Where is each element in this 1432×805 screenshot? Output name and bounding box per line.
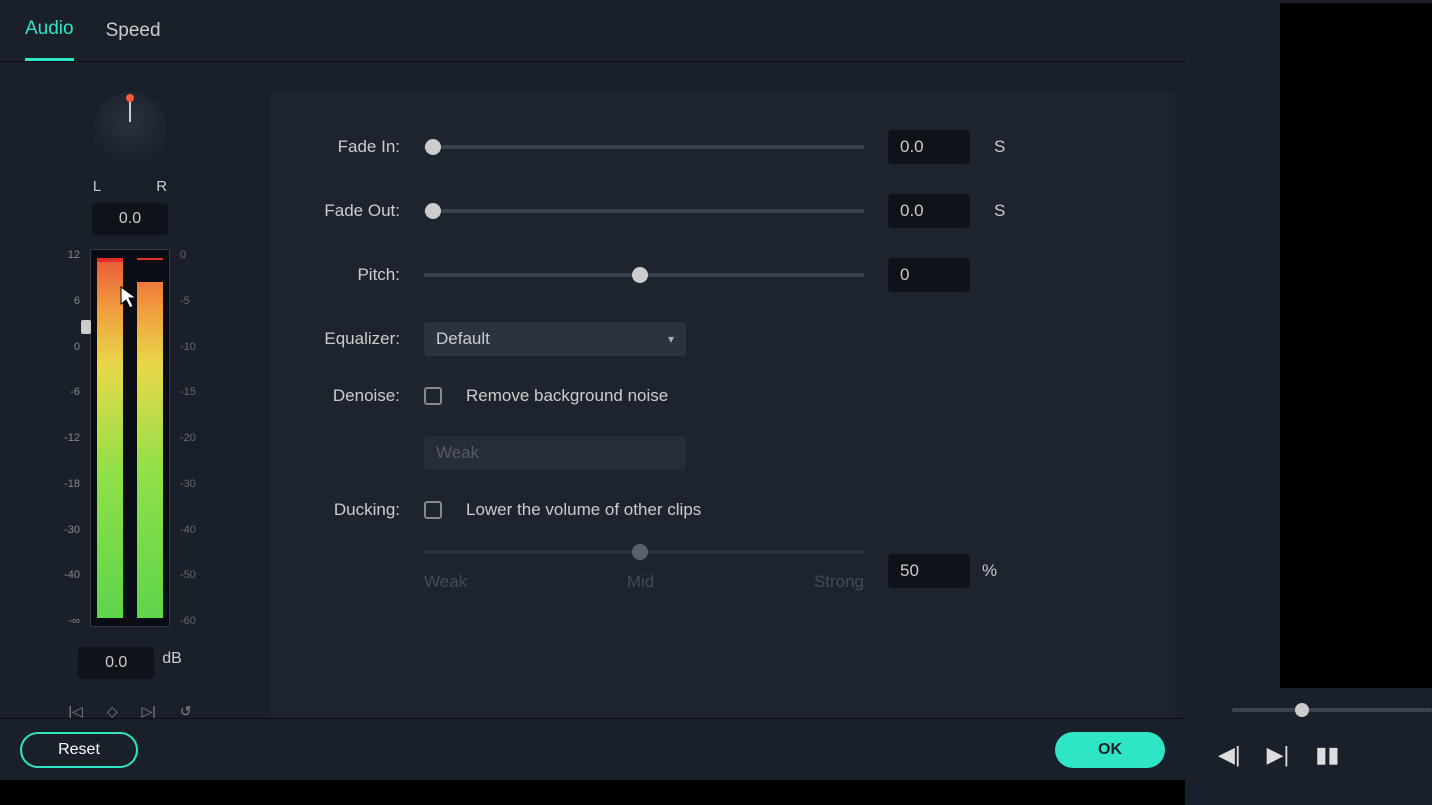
equalizer-label: Equalizer: — [310, 329, 400, 349]
fadeout-label: Fade Out: — [310, 201, 400, 221]
volume-meter[interactable] — [90, 249, 170, 627]
fadeout-unit: S — [994, 201, 1014, 221]
pause-icon[interactable]: ▮▮ — [1315, 742, 1339, 768]
balance-right-label: R — [156, 178, 167, 195]
ducking-option-label: Lower the volume of other clips — [466, 500, 701, 520]
balance-left-label: L — [93, 178, 101, 195]
meter-bar-right — [137, 258, 163, 618]
transport-controls: ◀| ▶| ▮▮ — [1218, 742, 1366, 768]
denoise-strength-select: Weak — [424, 436, 686, 470]
fadein-value[interactable]: 0.0 — [888, 130, 970, 164]
equalizer-value: Default — [436, 329, 490, 349]
ducking-unit: % — [982, 561, 1002, 581]
ducking-weak-label: Weak — [424, 572, 467, 592]
balance-value[interactable]: 0.0 — [92, 203, 168, 235]
pitch-slider[interactable] — [424, 273, 864, 277]
pitch-label: Pitch: — [310, 265, 400, 285]
chevron-down-icon: ▾ — [668, 332, 674, 346]
preview-progress-slider[interactable] — [1232, 708, 1432, 712]
equalizer-select[interactable]: Default ▾ — [424, 322, 686, 356]
ducking-label: Ducking: — [310, 500, 400, 520]
audio-settings-form: Fade In: 0.0 S Fade Out: 0.0 S Pitch: — [270, 92, 1175, 720]
fadeout-value[interactable]: 0.0 — [888, 194, 970, 228]
fadein-label: Fade In: — [310, 137, 400, 157]
ducking-checkbox[interactable] — [424, 501, 442, 519]
tab-audio[interactable]: Audio — [25, 0, 74, 61]
meter-scale-left: 12 6 0 -6 -12 -18 -30 -40 -∞ — [56, 249, 84, 627]
balance-knob[interactable] — [93, 92, 167, 166]
prev-frame-icon[interactable]: ◀| — [1218, 742, 1241, 768]
denoise-checkbox[interactable] — [424, 387, 442, 405]
pitch-value[interactable]: 0 — [888, 258, 970, 292]
volume-handle[interactable] — [81, 320, 91, 334]
db-unit-label: dB — [162, 650, 182, 668]
denoise-option-label: Remove background noise — [466, 386, 668, 406]
preview-panel — [1185, 0, 1432, 805]
ducking-value[interactable]: 50 — [888, 554, 970, 588]
ducking-mid-label: Mid — [627, 572, 654, 592]
ok-button[interactable]: OK — [1055, 732, 1165, 768]
ducking-strong-label: Strong — [814, 572, 864, 592]
play-icon[interactable]: ▶| — [1267, 742, 1290, 768]
ducking-slider[interactable] — [424, 550, 864, 554]
tab-speed[interactable]: Speed — [106, 2, 161, 60]
preview-video — [1280, 3, 1432, 688]
denoise-label: Denoise: — [310, 386, 400, 406]
meter-scale-right: 0 -5 -10 -15 -20 -30 -40 -50 -60 — [176, 249, 204, 627]
bottom-bar: Reset OK — [0, 718, 1185, 780]
tab-bar: Audio Speed — [0, 0, 1185, 62]
meter-bar-left — [97, 258, 123, 618]
fadein-slider[interactable] — [424, 145, 864, 149]
fadeout-slider[interactable] — [424, 209, 864, 213]
volume-column: L R 0.0 12 6 0 -6 -12 -18 -30 -40 -∞ — [30, 92, 230, 720]
audio-settings-panel: Audio Speed L R 0.0 12 6 0 -6 — [0, 0, 1185, 780]
fadein-unit: S — [994, 137, 1014, 157]
reset-button[interactable]: Reset — [20, 732, 138, 768]
db-value[interactable]: 0.0 — [78, 647, 154, 679]
